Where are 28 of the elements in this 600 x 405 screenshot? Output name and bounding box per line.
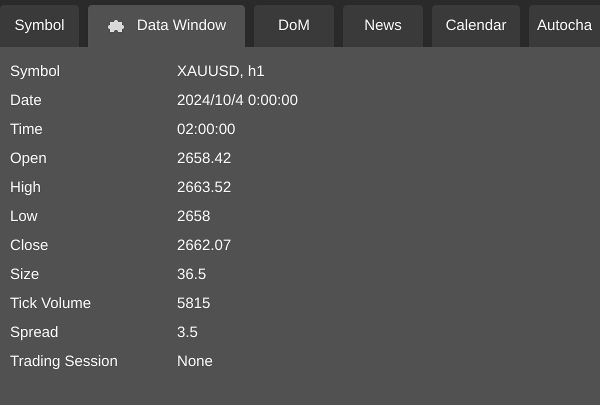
- tab[interactable]: Symbol: [0, 5, 79, 47]
- field-value: 2663.52: [177, 178, 232, 198]
- field-label: Open: [9, 149, 48, 170]
- field-value: 36.5: [177, 265, 206, 286]
- field-label: Close: [9, 236, 50, 256]
- field-label: High: [9, 178, 42, 198]
- field-value: 2662.07: [177, 236, 232, 256]
- field-label: Date: [9, 91, 43, 112]
- field-value: 2658: [177, 207, 210, 228]
- field-label: Tick Volume: [9, 294, 92, 314]
- field-label: Symbol: [9, 62, 62, 82]
- field-value: 2658.42: [177, 149, 232, 170]
- tab[interactable]: Data Window: [88, 5, 245, 47]
- field-label: Time: [9, 120, 44, 140]
- field-label: Size: [9, 265, 40, 286]
- field-value: None: [177, 352, 213, 372]
- field-value: 5815: [177, 294, 210, 314]
- tab[interactable]: DoM: [254, 5, 334, 47]
- field-value: 2024/10/4 0:00:00: [177, 91, 298, 112]
- field-label: Trading Session: [9, 352, 119, 372]
- field-value: 02:00:00: [177, 120, 236, 140]
- tab[interactable]: News: [343, 5, 423, 47]
- tab[interactable]: Calendar: [432, 5, 520, 47]
- field-label: Low: [9, 207, 39, 228]
- field-label: Spread: [9, 323, 60, 344]
- field-value: 3.5: [177, 323, 198, 344]
- field-value: XAUUSD, h1: [177, 62, 265, 82]
- tab[interactable]: Autocha: [529, 5, 600, 47]
